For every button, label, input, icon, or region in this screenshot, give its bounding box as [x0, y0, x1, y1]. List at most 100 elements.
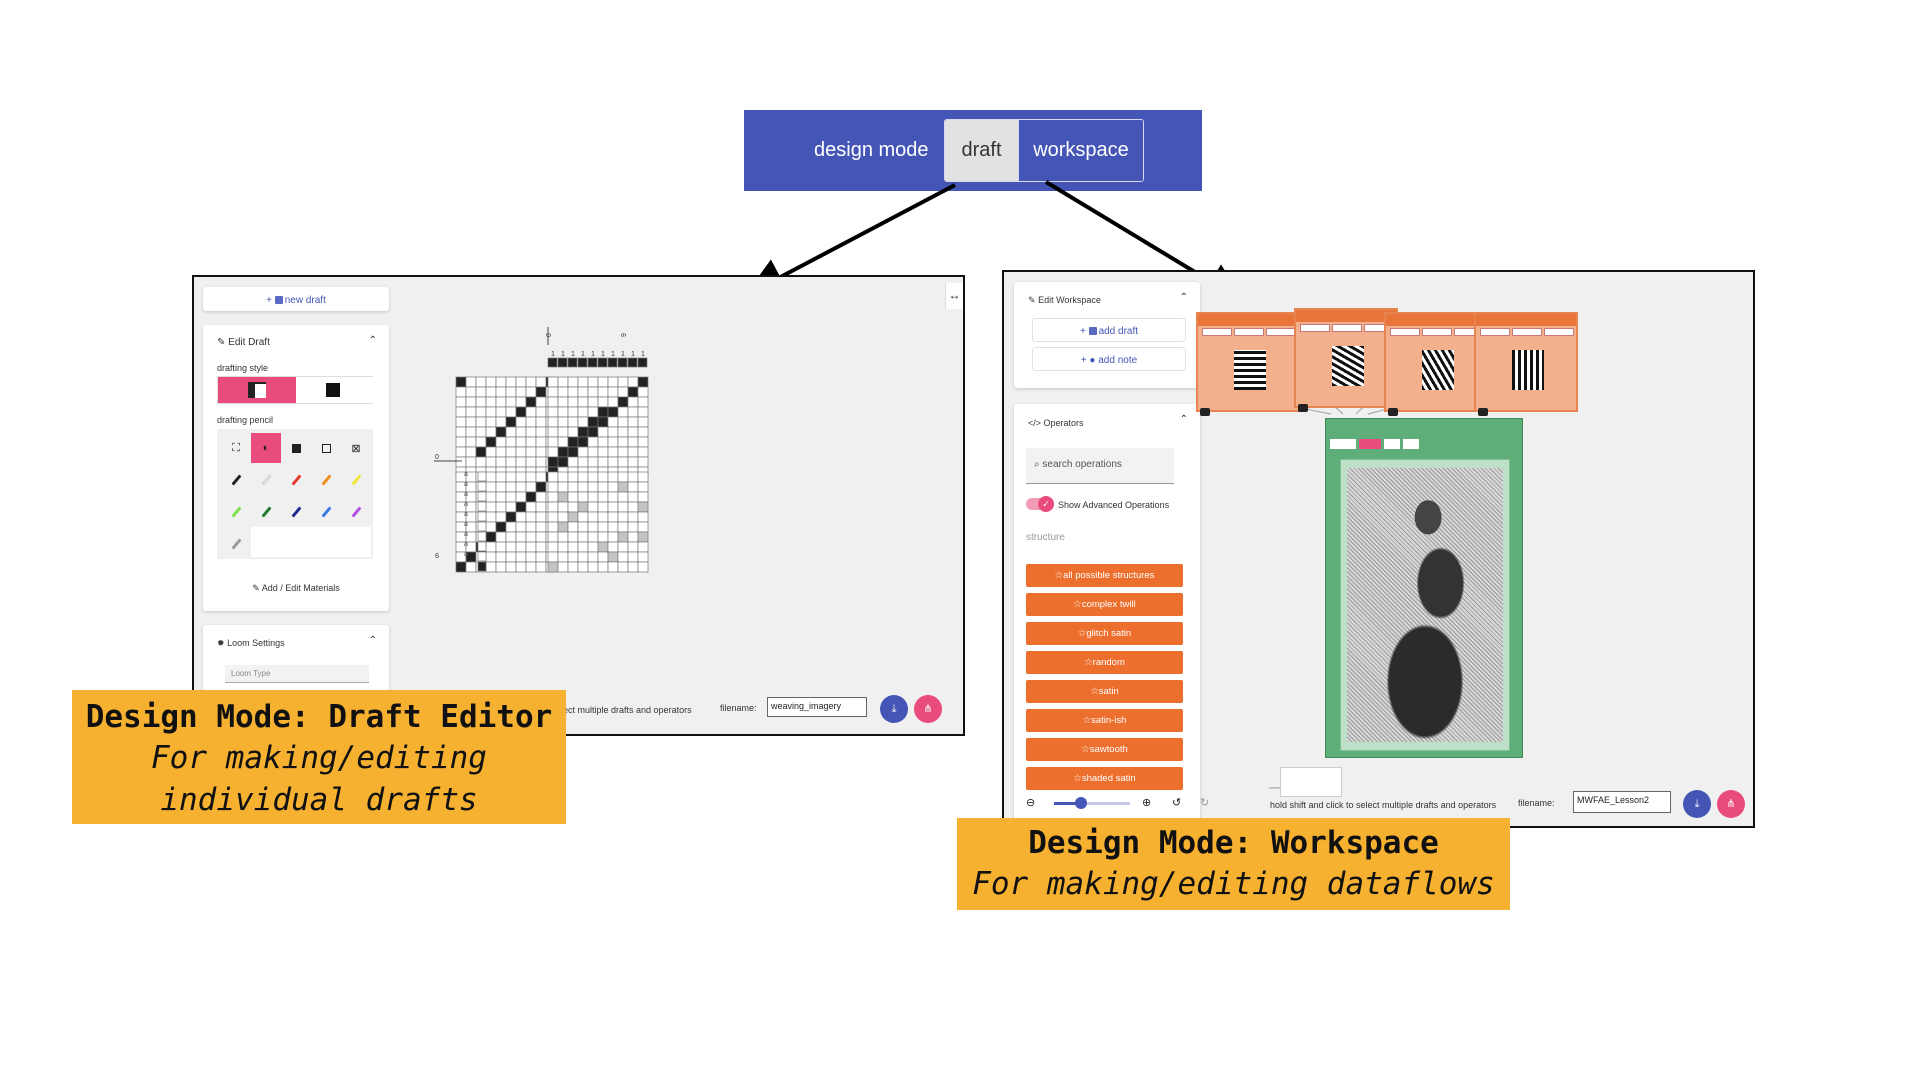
grid-cell[interactable] [577, 511, 589, 523]
grid-cell-filled[interactable] [495, 426, 507, 438]
grid-cell[interactable] [607, 471, 619, 483]
weft-color-cell[interactable] [477, 541, 487, 552]
undo-icon[interactable]: ↺ [1172, 796, 1181, 809]
grid-cell[interactable] [475, 386, 487, 398]
toggle-tool-icon[interactable]: ◐ [251, 433, 281, 463]
grid-cell[interactable] [525, 376, 537, 388]
grid-cell-filled[interactable] [455, 561, 467, 573]
grid-cell[interactable] [515, 521, 527, 533]
draft-node-output-port[interactable] [1298, 404, 1308, 412]
grid-cell[interactable] [485, 396, 497, 408]
grid-cell[interactable] [617, 501, 629, 513]
grid-cell-filled[interactable] [587, 416, 599, 428]
grid-cell[interactable] [577, 446, 589, 458]
grid-cell-filled[interactable] [525, 491, 537, 503]
grid-cell[interactable] [525, 481, 537, 493]
grid-cell[interactable] [535, 531, 547, 543]
pen-blue-icon[interactable] [311, 497, 341, 527]
grid-cell[interactable] [535, 426, 547, 438]
weft-color-cell[interactable] [477, 471, 487, 482]
grid-cell[interactable] [597, 446, 609, 458]
grid-cell[interactable] [547, 436, 559, 448]
grid-cell-filled[interactable] [505, 511, 517, 523]
grid-cell[interactable] [525, 436, 537, 448]
grid-cell[interactable] [637, 386, 649, 398]
grid-cell[interactable] [587, 551, 599, 563]
grid-cell[interactable] [485, 551, 497, 563]
grid-cell[interactable] [577, 541, 589, 553]
grid-cell[interactable] [547, 511, 559, 523]
output-node[interactable] [1280, 767, 1342, 797]
grid-cell[interactable] [495, 446, 507, 458]
mode-option-workspace[interactable]: workspace [1018, 120, 1143, 181]
grid-cell-filled[interactable] [617, 396, 629, 408]
grid-cell[interactable] [607, 561, 619, 573]
weft-color-cell[interactable] [477, 551, 487, 562]
grid-cell-filled[interactable] [495, 521, 507, 533]
grid-cell[interactable] [465, 561, 477, 573]
grid-cell[interactable] [505, 521, 517, 533]
grid-cell[interactable] [617, 406, 629, 418]
grid-cell[interactable] [567, 426, 579, 438]
weft-color-cell[interactable] [477, 501, 487, 512]
grid-cell[interactable] [567, 531, 579, 543]
grid-cell[interactable] [515, 446, 527, 458]
grid-cell[interactable] [485, 406, 497, 418]
draft-node[interactable] [1294, 308, 1398, 412]
grid-cell[interactable] [577, 386, 589, 398]
tieup-bar-cell[interactable] [637, 357, 648, 368]
grid-cell[interactable] [465, 406, 477, 418]
grid-cell[interactable] [607, 481, 619, 493]
grid-cell[interactable] [607, 501, 619, 513]
grid-cell-filled[interactable] [475, 446, 487, 458]
grid-cell[interactable] [587, 521, 599, 533]
grid-cell[interactable] [637, 551, 649, 563]
grid-cell[interactable] [465, 436, 477, 448]
grid-cell[interactable] [627, 416, 639, 428]
style-option-solid[interactable] [296, 377, 374, 403]
grid-cell-filled[interactable] [577, 426, 589, 438]
grid-cell[interactable] [505, 396, 517, 408]
grid-cell[interactable] [557, 386, 569, 398]
drafting-style-toggle[interactable] [217, 376, 374, 404]
grid-cell[interactable] [607, 491, 619, 503]
zoom-out-icon[interactable]: ⊖ [1026, 796, 1035, 809]
grid-cell[interactable] [495, 406, 507, 418]
grid-cell-filled[interactable] [567, 511, 579, 523]
grid-cell[interactable] [587, 491, 599, 503]
grid-cell-filled[interactable] [597, 541, 609, 553]
grid-cell[interactable] [597, 531, 609, 543]
grid-cell[interactable] [567, 521, 579, 533]
grid-cell[interactable] [587, 456, 599, 468]
grid-cell[interactable] [495, 481, 507, 493]
draft-node-output-port[interactable] [1200, 408, 1210, 416]
grid-cell[interactable] [495, 511, 507, 523]
grid-cell[interactable] [637, 446, 649, 458]
grid-cell-filled[interactable] [627, 386, 639, 398]
grid-cell[interactable] [637, 436, 649, 448]
grid-cell[interactable] [455, 446, 467, 458]
grid-cell[interactable] [627, 521, 639, 533]
grid-cell[interactable] [495, 471, 507, 483]
pen-white-icon[interactable] [251, 465, 281, 495]
weft-color-cell[interactable] [477, 481, 487, 492]
grid-cell[interactable] [607, 446, 619, 458]
share-button[interactable]: ⋔ [914, 695, 942, 723]
grid-cell[interactable] [515, 511, 527, 523]
grid-cell[interactable] [567, 541, 579, 553]
zoom-slider[interactable] [1054, 797, 1130, 809]
download-button[interactable]: ⤓ [1683, 790, 1711, 818]
grid-cell[interactable] [475, 436, 487, 448]
draft-filename-input[interactable]: weaving_imagery [767, 697, 867, 717]
grid-cell-filled[interactable] [607, 551, 619, 563]
grid-cell[interactable] [525, 521, 537, 533]
grid-cell[interactable] [607, 396, 619, 408]
grid-cell[interactable] [597, 386, 609, 398]
grid-cell[interactable] [475, 376, 487, 388]
grid-cell[interactable] [505, 406, 517, 418]
design-mode-toggle[interactable]: draft workspace [944, 119, 1144, 182]
grid-cell[interactable] [515, 426, 527, 438]
grid-cell-filled[interactable] [567, 446, 579, 458]
grid-cell[interactable] [535, 491, 547, 503]
grid-cell[interactable] [617, 426, 629, 438]
